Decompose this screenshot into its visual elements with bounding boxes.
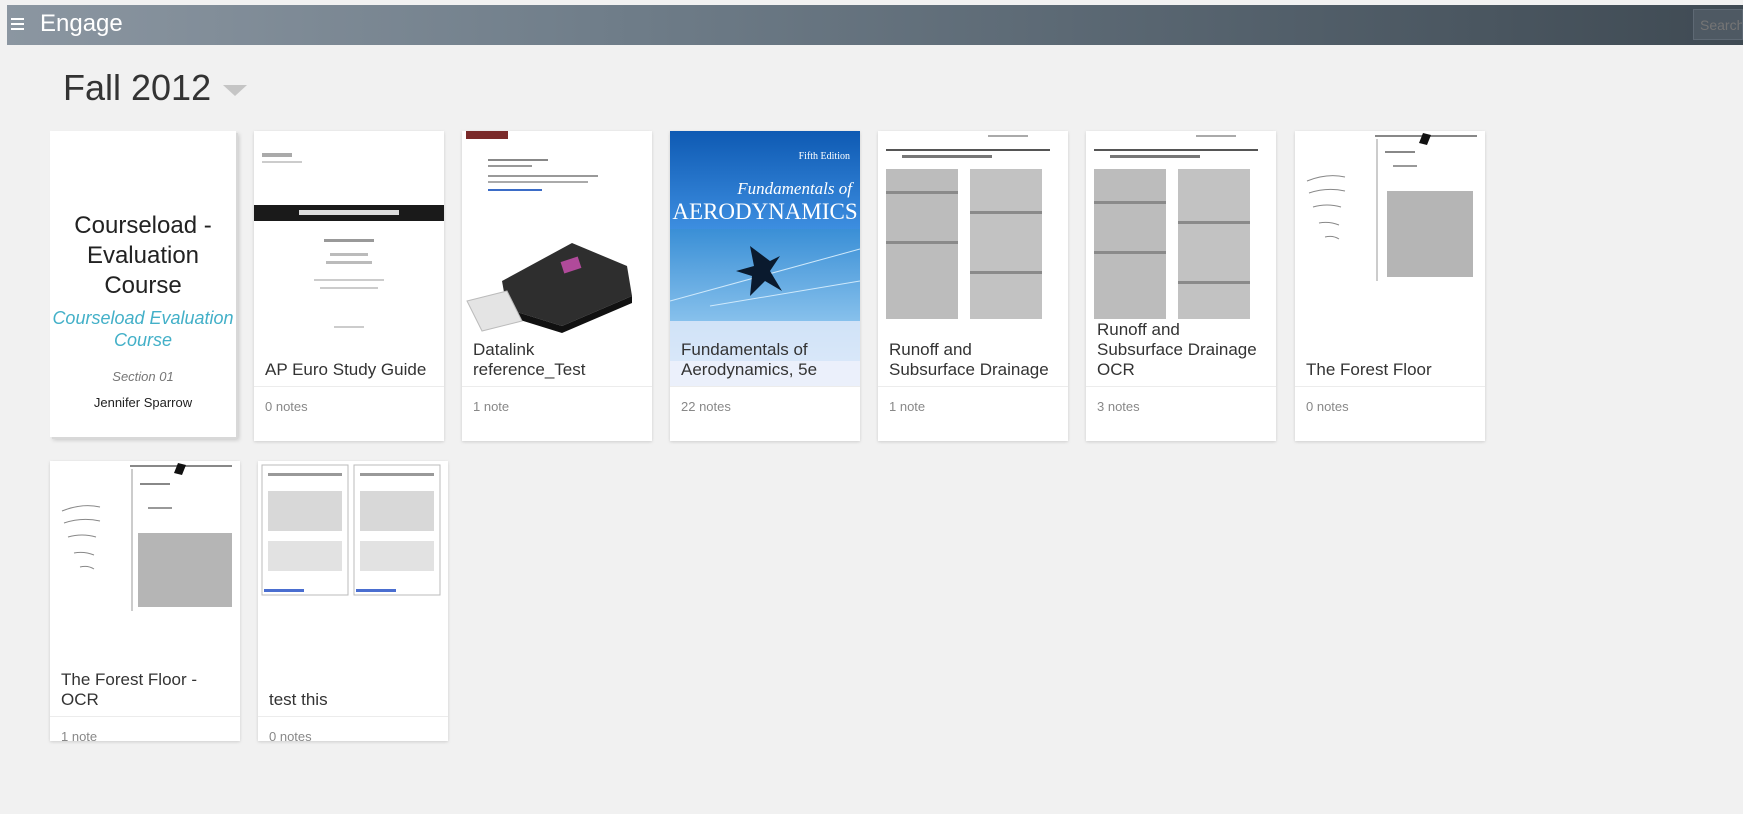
course-card[interactable]: Courseload - Evaluation Course Courseloa…: [50, 131, 236, 437]
book-card[interactable]: test this 0 notes: [258, 461, 448, 741]
search-input[interactable]: [1693, 9, 1743, 40]
book-cover: [1086, 131, 1276, 341]
cover-title-line2: AERODYNAMICS: [672, 199, 858, 224]
term-selector[interactable]: Fall 2012: [63, 67, 248, 109]
book-title: Fundamentals of Aerodynamics, 5e: [670, 321, 860, 387]
book-title: Runoff and Subsurface Drainage: [878, 340, 1068, 387]
book-card[interactable]: Runoff and Subsurface Drainage OCR 3 not…: [1086, 131, 1276, 441]
book-card[interactable]: AP Euro Study Guide 0 notes: [254, 131, 444, 441]
book-card[interactable]: Fifth Edition Fundamentals of AERODYNAMI…: [670, 131, 860, 441]
book-cover: [1295, 131, 1485, 341]
course-name: Courseload - Evaluation Course: [74, 212, 212, 299]
term-title: Fall 2012: [63, 67, 212, 108]
cover-title-line1: Fundamentals of: [737, 179, 852, 198]
book-notes-count: 1 note: [889, 399, 926, 414]
book-notes-count: 1 note: [61, 729, 98, 741]
book-card[interactable]: The Forest Floor - OCR 1 note: [50, 461, 240, 741]
caret-down-icon[interactable]: [223, 84, 248, 96]
book-card[interactable]: Datalink reference_Test 1 note: [462, 131, 652, 441]
book-title: Datalink reference_Test: [462, 340, 652, 387]
book-card[interactable]: The Forest Floor 0 notes: [1295, 131, 1485, 441]
book-cover: [670, 131, 860, 361]
cover-edition: Fifth Edition: [798, 151, 850, 162]
book-notes-count: 0 notes: [1306, 399, 1349, 414]
top-bar: Engage: [7, 5, 1743, 45]
book-title: test this: [258, 671, 448, 717]
book-cover: [254, 131, 444, 341]
book-title: The Forest Floor - OCR: [50, 670, 240, 717]
book-notes-count: 22 notes: [681, 399, 731, 414]
book-notes-count: 3 notes: [1097, 399, 1140, 414]
course-info: Courseload - Evaluation Course Courseloa…: [50, 211, 236, 410]
app-title: Engage: [40, 10, 123, 37]
course-section: Section 01: [112, 369, 174, 384]
book-notes-count: 0 notes: [265, 399, 308, 414]
hamburger-menu-icon[interactable]: [11, 18, 24, 31]
book-card[interactable]: Runoff and Subsurface Drainage 1 note: [878, 131, 1068, 441]
course-instructor: Jennifer Sparrow: [93, 395, 193, 410]
book-title: The Forest Floor: [1295, 341, 1485, 387]
book-cover: [878, 131, 1068, 341]
book-cover: [258, 461, 448, 671]
book-cover: [462, 131, 652, 341]
book-title: AP Euro Study Guide: [254, 341, 444, 387]
book-cover: [50, 461, 240, 671]
course-subtitle: Courseload Evaluation Course: [52, 308, 234, 350]
book-title: Runoff and Subsurface Drainage OCR: [1086, 320, 1276, 387]
book-notes-count: 0 notes: [269, 729, 312, 741]
book-notes-count: 1 note: [473, 399, 510, 414]
